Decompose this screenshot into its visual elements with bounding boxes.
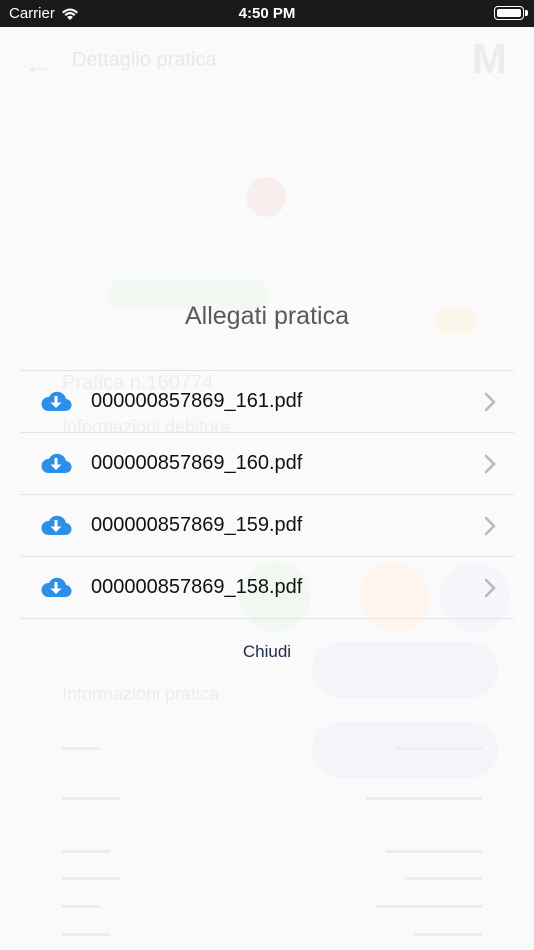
attachment-name: 000000857869_159.pdf [91, 514, 303, 536]
background-row: ━━━━━ ━━━━━━━ [62, 927, 482, 944]
close-button[interactable]: Chiudi [0, 642, 534, 662]
background-row: ━━━━ ━━━━━━━━━ [62, 741, 482, 758]
battery-tip [525, 10, 528, 16]
modal-title: Allegati pratica [185, 302, 349, 330]
attachment-row[interactable]: 000000857869_159.pdf [20, 495, 514, 557]
background-row: ━━━━━━ ━━━━━━━━━━━━ [62, 791, 482, 808]
attachment-row[interactable]: 000000857869_161.pdf [20, 371, 514, 433]
chevron-right-icon [484, 516, 496, 536]
attachment-name: 000000857869_160.pdf [91, 452, 303, 474]
attachment-name: 000000857869_161.pdf [91, 390, 303, 412]
pratica-info-heading: Informazioni pratica [62, 684, 220, 704]
clock: 4:50 PM [238, 5, 296, 22]
background-row: ━━━━━━━━━━━━━━━ [62, 844, 482, 861]
brand-logo-icon: M [472, 35, 507, 82]
chevron-right-icon [484, 392, 496, 412]
attachment-name: 000000857869_158.pdf [91, 576, 303, 598]
attachment-row[interactable]: 000000857869_160.pdf [20, 433, 514, 495]
attachment-row[interactable]: 000000857869_158.pdf [20, 557, 514, 619]
background-title: Dettaglio pratica [72, 49, 217, 71]
background-row: ━━━━━━━━━━━━━━━ [62, 899, 482, 916]
background-header: ← Dettaglio pratica M [0, 27, 534, 97]
chevron-right-icon [484, 578, 496, 598]
favorite-icon [246, 177, 286, 217]
attachment-list: 000000857869_161.pdf 000000857869_160.pd… [20, 370, 514, 619]
cloud-download-icon [41, 391, 72, 412]
cloud-download-icon [41, 515, 72, 536]
back-arrow-icon: ← [24, 49, 52, 80]
chevron-right-icon [484, 454, 496, 474]
cloud-download-icon [41, 453, 72, 474]
battery-icon [494, 6, 524, 20]
cloud-download-icon [41, 577, 72, 598]
background-row: ━━━━━━ ━━━━━━━━ [62, 871, 482, 888]
status-bar: Carrier 4:50 PM [0, 0, 534, 27]
